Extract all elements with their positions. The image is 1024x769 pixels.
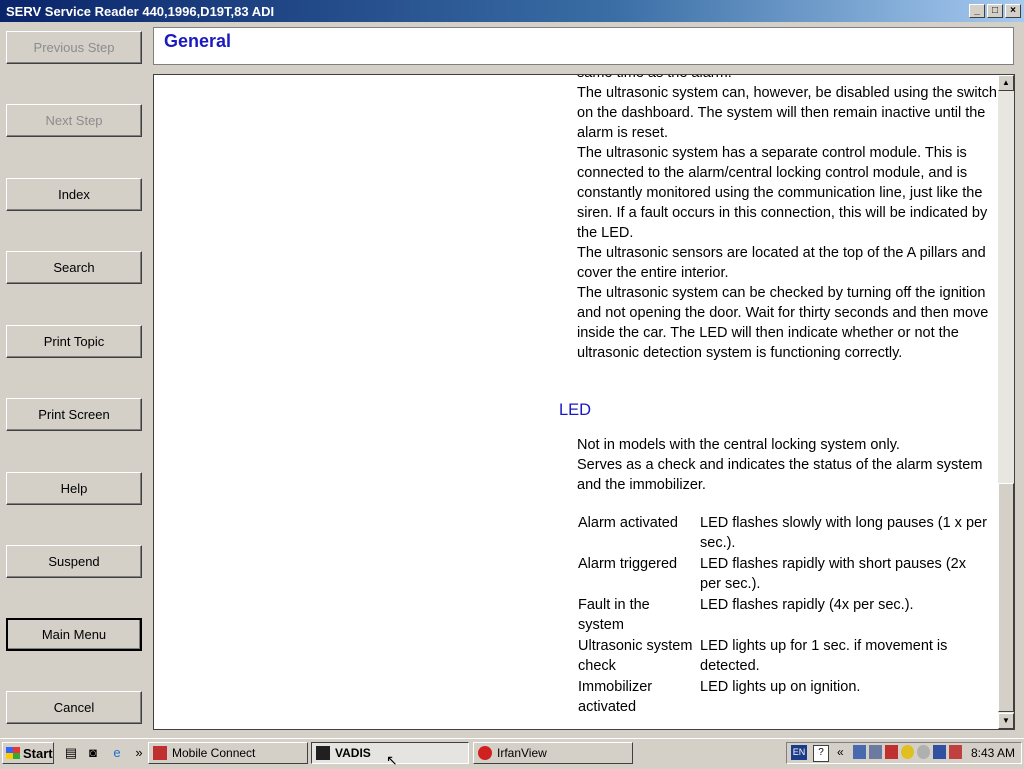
- led-state: Alarm triggered: [578, 556, 678, 572]
- body-text: same time as the alarm. The ultrasonic s…: [577, 75, 997, 363]
- table-row: Immobilizer activated LED lights up on i…: [576, 677, 992, 718]
- mobile-connect-icon: [153, 746, 167, 760]
- index-button[interactable]: Index: [6, 178, 142, 211]
- language-indicator[interactable]: EN: [791, 745, 807, 760]
- document-content: same time as the alarm. The ultrasonic s…: [153, 74, 1015, 730]
- led-heading: LED: [559, 401, 592, 419]
- paragraph: Not in models with the central locking s…: [577, 437, 900, 453]
- scroll-thumb[interactable]: [998, 483, 1014, 712]
- topic-header: General: [153, 27, 1014, 65]
- internet-explorer-icon[interactable]: e: [109, 745, 125, 761]
- display-icon[interactable]: [869, 745, 882, 759]
- paragraph: The ultrasonic sensors are located at th…: [577, 245, 986, 281]
- led-description: LED lights up on ignition.: [700, 679, 861, 695]
- led-state: Ultrasonic system check: [578, 638, 693, 674]
- connection-icon[interactable]: [933, 745, 946, 759]
- led-state: Alarm activated: [578, 515, 678, 531]
- window-title: SERV Service Reader 440,1996,D19T,83 ADI: [6, 4, 275, 19]
- main-menu-button[interactable]: Main Menu: [6, 618, 142, 651]
- volume-icon[interactable]: [917, 745, 930, 759]
- task-mobile-connect[interactable]: Mobile Connect: [148, 742, 308, 764]
- scroll-up-arrow-icon[interactable]: ▲: [998, 75, 1014, 91]
- taskbar: Start ▤ ◙ e » Mobile Connect VADIS Irfan…: [0, 738, 1024, 768]
- next-step-button[interactable]: Next Step: [6, 104, 142, 137]
- shield-icon[interactable]: [901, 745, 914, 759]
- network-icon[interactable]: [853, 745, 866, 759]
- led-state: Fault in the system: [578, 597, 650, 633]
- page-title: General: [164, 31, 232, 51]
- led-state: Immobilizer activated: [578, 679, 653, 715]
- start-button[interactable]: Start: [2, 742, 54, 764]
- paragraph: The ultrasonic system has a separate con…: [577, 145, 988, 241]
- show-desktop-icon[interactable]: ▤: [63, 745, 79, 761]
- scroll-down-arrow-icon[interactable]: ▼: [998, 713, 1014, 729]
- quicklaunch-app-icon[interactable]: ◙: [85, 745, 101, 761]
- tray-overflow-icon[interactable]: «: [837, 745, 850, 759]
- maximize-button[interactable]: □: [987, 4, 1003, 18]
- vadis-icon: [316, 746, 330, 760]
- previous-step-button[interactable]: Previous Step: [6, 31, 142, 64]
- paragraph: Serves as a check and indicates the stat…: [577, 457, 983, 493]
- table-row: Alarm triggered LED flashes rapidly with…: [576, 554, 992, 595]
- paragraph: same time as the alarm.: [577, 75, 997, 83]
- system-tray: EN ? « 8:43 AM: [786, 742, 1022, 764]
- led-description: LED flashes rapidly (4x per sec.).: [700, 597, 914, 613]
- table-row: Alarm activated LED flashes slowly with …: [576, 513, 992, 554]
- paragraph: The ultrasonic system can be checked by …: [577, 285, 989, 361]
- quicklaunch-overflow-icon[interactable]: »: [131, 745, 147, 761]
- task-label: IrfanView: [497, 746, 547, 760]
- tray-icons: «: [837, 745, 962, 759]
- window-titlebar: SERV Service Reader 440,1996,D19T,83 ADI…: [0, 0, 1024, 22]
- task-irfanview[interactable]: IrfanView: [473, 742, 633, 764]
- help-button[interactable]: Help: [6, 472, 142, 505]
- help-icon[interactable]: ?: [813, 745, 829, 762]
- print-topic-button[interactable]: Print Topic: [6, 325, 142, 358]
- vertical-scrollbar[interactable]: ▲ ▼: [998, 75, 1014, 729]
- led-description: LED flashes slowly with long pauses (1 x…: [700, 515, 987, 551]
- windows-logo-icon: [6, 747, 20, 759]
- led-description: LED lights up for 1 sec. if movement is …: [700, 638, 948, 674]
- cancel-button[interactable]: Cancel: [6, 691, 142, 724]
- table-row: Ultrasonic system check LED lights up fo…: [576, 636, 992, 677]
- minimize-button[interactable]: _: [969, 4, 985, 18]
- clock: 8:43 AM: [970, 746, 1015, 760]
- led-status-table: Alarm activated LED flashes slowly with …: [576, 513, 992, 718]
- navigation-panel: Previous Step Next Step Index Search Pri…: [0, 22, 150, 738]
- paragraph: The ultrasonic system can, however, be d…: [577, 85, 997, 141]
- close-button[interactable]: ×: [1005, 4, 1021, 18]
- led-description: LED flashes rapidly with short pauses (2…: [700, 556, 966, 592]
- security-icon[interactable]: [885, 745, 898, 759]
- mouse-cursor-icon: ↖: [386, 752, 398, 768]
- window-controls: _ □ ×: [969, 4, 1021, 18]
- task-label: VADIS: [335, 746, 371, 760]
- start-label: Start: [23, 745, 53, 761]
- print-screen-button[interactable]: Print Screen: [6, 398, 142, 431]
- search-button[interactable]: Search: [6, 251, 142, 284]
- alert-icon[interactable]: [949, 745, 962, 759]
- suspend-button[interactable]: Suspend: [6, 545, 142, 578]
- table-row: Fault in the system LED flashes rapidly …: [576, 595, 992, 636]
- led-text: Not in models with the central locking s…: [577, 435, 997, 495]
- irfanview-icon: [478, 746, 492, 760]
- task-label: Mobile Connect: [172, 746, 256, 760]
